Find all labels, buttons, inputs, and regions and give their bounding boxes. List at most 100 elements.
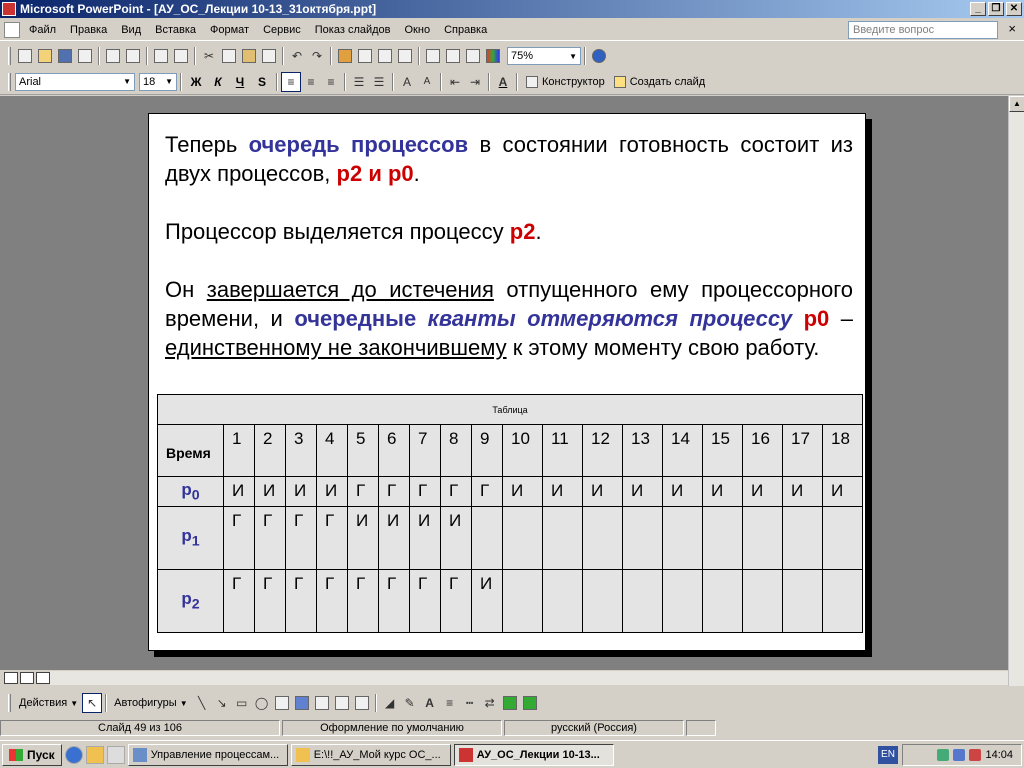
underline-button[interactable]: Ч [229, 72, 251, 92]
slide-text[interactable]: Теперь очередь процессов в состоянии гот… [165, 130, 853, 391]
font-combo[interactable]: Arial ▼ [15, 72, 135, 91]
font-color-icon[interactable]: A [420, 693, 440, 713]
save-icon[interactable] [55, 46, 75, 66]
clipart-icon[interactable] [332, 693, 352, 713]
align-right-icon[interactable]: ≡ [321, 72, 341, 92]
toolbar-grip[interactable] [8, 694, 11, 712]
scroll-up-icon[interactable]: ▲ [1009, 96, 1024, 112]
process-table[interactable]: Таблица Время 1 2 3 4 5 6 7 8 9 10 11 12 13 14 15 16 17 1… [157, 394, 863, 633]
ie-icon[interactable] [64, 745, 83, 764]
copy-icon[interactable] [219, 46, 239, 66]
undo-icon[interactable]: ↶ [287, 46, 307, 66]
horizontal-scrollbar[interactable] [50, 671, 1008, 685]
normal-view-icon[interactable] [4, 672, 18, 684]
toolbar-grip[interactable] [8, 72, 11, 91]
increase-font-icon[interactable]: A [397, 72, 417, 92]
cut-icon[interactable]: ✂ [199, 46, 219, 66]
powerpoint-app-icon[interactable] [2, 2, 16, 16]
bold-button[interactable]: Ж [185, 72, 207, 92]
close-document-icon[interactable]: × [1008, 21, 1016, 36]
insert-chart-icon[interactable] [335, 46, 355, 66]
increase-indent-icon[interactable]: ⇥ [465, 72, 485, 92]
design-template[interactable]: Оформление по умолчанию [282, 720, 502, 736]
vertical-scrollbar[interactable]: ▲ [1008, 96, 1024, 686]
rectangle-icon[interactable]: ▭ [232, 693, 252, 713]
shadow-button[interactable]: S [251, 72, 273, 92]
menu-window[interactable]: Окно [398, 24, 438, 36]
close-button[interactable]: ✕ [1006, 2, 1022, 16]
autoshapes-button[interactable]: Автофигуры ▼ [110, 697, 192, 709]
menu-view[interactable]: Вид [114, 24, 148, 36]
open-icon[interactable] [35, 46, 55, 66]
menu-edit[interactable]: Правка [63, 24, 114, 36]
menu-file[interactable]: Файл [22, 24, 63, 36]
color-grayscale-icon[interactable] [483, 46, 503, 66]
decrease-indent-icon[interactable]: ⇤ [445, 72, 465, 92]
wordart-icon[interactable] [292, 693, 312, 713]
zoom-combo[interactable]: 75% ▼ [507, 47, 581, 65]
redo-icon[interactable]: ↷ [307, 46, 327, 66]
tray-icon[interactable] [937, 749, 950, 761]
paste-icon[interactable] [239, 46, 259, 66]
textbox-icon[interactable] [272, 693, 292, 713]
slide-sorter-icon[interactable] [20, 672, 34, 684]
spelling-icon[interactable] [151, 46, 171, 66]
insert-table-icon[interactable] [355, 46, 375, 66]
picture-icon[interactable] [352, 693, 372, 713]
line-color-icon[interactable]: ✎ [400, 693, 420, 713]
research-icon[interactable] [171, 46, 191, 66]
hyperlink-icon[interactable] [395, 46, 415, 66]
numbering-icon[interactable]: ☰ [349, 72, 369, 92]
shadow-style-icon[interactable] [500, 693, 520, 713]
task-powerpoint[interactable]: АУ_ОС_Лекции 10-13... [453, 743, 614, 766]
desktop-icon[interactable] [106, 745, 125, 764]
help-icon[interactable] [589, 46, 609, 66]
font-size-combo[interactable]: 18 ▼ [139, 72, 177, 91]
menu-slideshow[interactable]: Показ слайдов [308, 24, 398, 36]
bullets-icon[interactable]: ☰ [369, 72, 389, 92]
new-slide-button[interactable]: Создать слайд [609, 72, 709, 92]
show-formatting-icon[interactable] [443, 46, 463, 66]
start-button[interactable]: Пуск [2, 743, 62, 766]
designer-button[interactable]: Конструктор [521, 72, 609, 92]
align-left-icon[interactable]: ≡ [281, 71, 301, 92]
italic-button[interactable]: К [207, 72, 229, 92]
new-icon[interactable] [15, 46, 35, 66]
diagram-icon[interactable] [312, 693, 332, 713]
task-process-management[interactable]: Управление процессам... [127, 743, 288, 766]
arrow-icon[interactable]: ↘ [212, 693, 232, 713]
ask-question-input[interactable]: Введите вопрос [848, 21, 998, 39]
align-center-icon[interactable]: ≡ [301, 72, 321, 92]
language-indicator[interactable]: EN [878, 746, 898, 764]
minimize-button[interactable]: _ [970, 2, 986, 16]
permission-icon[interactable] [75, 46, 95, 66]
restore-button[interactable]: ❐ [988, 2, 1004, 16]
line-icon[interactable]: ╲ [192, 693, 212, 713]
draw-actions-button[interactable]: Действия ▼ [15, 697, 82, 709]
document-icon[interactable] [4, 21, 20, 38]
3d-style-icon[interactable] [520, 693, 540, 713]
tables-borders-icon[interactable] [375, 46, 395, 66]
task-folder[interactable]: E:\!!_АУ_Мой курс ОС_... [290, 743, 451, 766]
select-pointer-icon[interactable]: ↖ [82, 693, 103, 713]
explorer-icon[interactable] [85, 745, 104, 764]
line-style-icon[interactable]: ≡ [440, 693, 460, 713]
show-grid-icon[interactable] [463, 46, 483, 66]
menu-insert[interactable]: Вставка [148, 24, 203, 36]
tray-icon[interactable] [969, 749, 982, 761]
tray-icon[interactable] [953, 749, 966, 761]
slide[interactable]: Теперь очередь процессов в состоянии гот… [148, 113, 866, 651]
dash-style-icon[interactable]: ┅ [460, 693, 480, 713]
decrease-font-icon[interactable]: A [417, 72, 437, 92]
print-icon[interactable] [103, 46, 123, 66]
oval-icon[interactable]: ◯ [252, 693, 272, 713]
fill-color-icon[interactable]: ◢ [380, 693, 400, 713]
print-preview-icon[interactable] [123, 46, 143, 66]
toolbar-grip[interactable] [8, 47, 11, 65]
slideshow-icon[interactable] [36, 672, 50, 684]
arrow-style-icon[interactable]: ⇄ [480, 693, 500, 713]
format-painter-icon[interactable] [259, 46, 279, 66]
menu-help[interactable]: Справка [437, 24, 494, 36]
menu-format[interactable]: Формат [203, 24, 256, 36]
menu-tools[interactable]: Сервис [256, 24, 308, 36]
